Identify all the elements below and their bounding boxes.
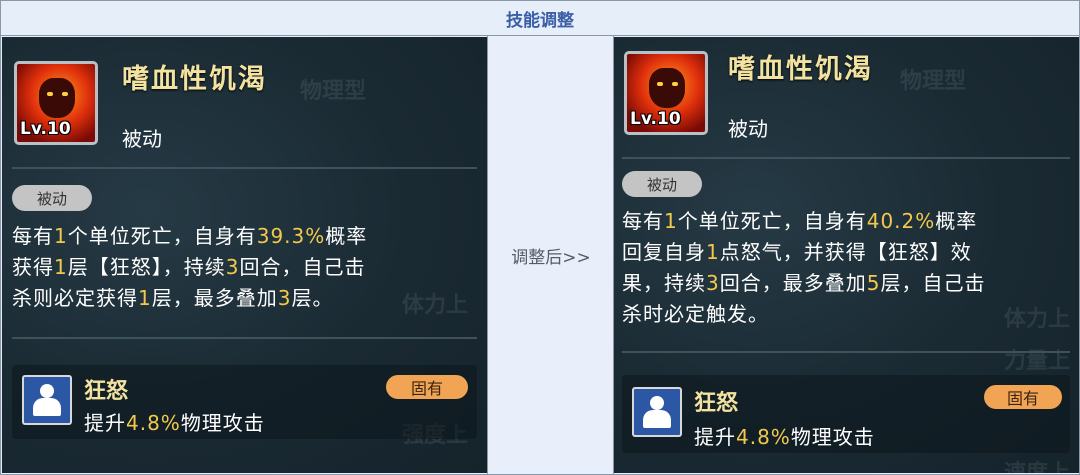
- description-text: 回复自身: [622, 240, 706, 264]
- innate-tag: 固有: [984, 385, 1062, 409]
- description-text: 层，最多叠加: [151, 286, 278, 310]
- description-line: 杀则必定获得1层，最多叠加3层。: [12, 283, 367, 314]
- highlight-number: 1: [54, 224, 68, 248]
- highlight-number: 40.2%: [866, 209, 936, 233]
- muscle-icon: [22, 375, 72, 425]
- ghost-text: 物理型: [300, 79, 367, 104]
- skill-level: Lv.10: [630, 109, 681, 129]
- description-line: 果，持续3回合，最多叠加5层，自己击: [622, 268, 985, 299]
- description-text: 回合，自己击: [239, 255, 366, 279]
- description-text: 层，自己击: [880, 271, 986, 295]
- description-text: 个单位死亡，自身有: [677, 209, 867, 233]
- description-text: 概率: [935, 209, 978, 233]
- description-line: 每有1个单位死亡，自身有40.2%概率: [622, 206, 985, 237]
- skill-card-after: 物理型 体力上 力量上 速度上 Lv.10 嗜血性饥渴 被动 被动 每有1个单位…: [614, 37, 1079, 473]
- skill-name: 嗜血性饥渴: [122, 64, 267, 95]
- highlight-number: 3: [225, 255, 240, 279]
- description-text: 杀时必定触发。: [622, 302, 769, 326]
- ghost-text: 体力上: [402, 293, 469, 318]
- trait-name: 狂怒: [694, 391, 739, 416]
- passive-badge: 被动: [622, 171, 702, 197]
- highlight-number: 39.3%: [256, 224, 326, 248]
- table-header: 技能调整: [1, 1, 1079, 36]
- after-adjust-label: 调整后>>: [511, 247, 591, 268]
- skill-description: 每有1个单位死亡，自身有40.2%概率 回复自身1点怒气，并获得【狂怒】效 果，持续…: [622, 206, 985, 330]
- skill-type: 被动: [728, 117, 768, 141]
- description-line: 杀时必定触发。: [622, 299, 985, 330]
- highlight-number: 5: [866, 271, 881, 295]
- highlight-number: 1: [54, 255, 68, 279]
- ghost-text: 体力上: [1004, 307, 1071, 332]
- muscle-icon: [632, 387, 682, 437]
- trait-name: 狂怒: [84, 379, 129, 404]
- description-line: 获得1层【狂怒】，持续3回合，自己击: [12, 252, 367, 283]
- description-text: 层。: [291, 286, 334, 310]
- highlight-number: 1: [664, 209, 678, 233]
- description-text: 每有: [12, 224, 54, 248]
- column-divider: [487, 36, 488, 474]
- trait-description: 提升4.8%物理攻击: [84, 411, 265, 435]
- description-text: 概率: [325, 224, 368, 248]
- divider: [12, 337, 477, 339]
- skill-description: 每有1个单位死亡，自身有39.3%概率 获得1层【狂怒】，持续3回合，自己击 杀则必…: [12, 221, 367, 314]
- adjust-arrow-cell: 调整后>>: [489, 37, 613, 473]
- ghost-text: 物理型: [900, 69, 967, 94]
- description-text: 层【狂怒】，持续: [67, 255, 226, 279]
- description-text: 杀则必定获得: [12, 286, 138, 310]
- divider: [12, 167, 477, 169]
- skill-icon: Lv.10: [624, 51, 708, 135]
- description-text: 果，持续: [622, 271, 706, 295]
- trait-panel: 狂怒 提升4.8%物理攻击 固有: [622, 375, 1070, 453]
- passive-badge: 被动: [12, 185, 92, 211]
- skill-type: 被动: [122, 127, 162, 151]
- skill-icon: Lv.10: [14, 61, 98, 145]
- divider: [622, 157, 1070, 159]
- skill-card-before: 物理型 体力上 强度上 Lv.10 嗜血性饥渴 被动 被动 每有1个单位死亡，自…: [2, 37, 487, 473]
- highlight-number: 3: [706, 271, 720, 295]
- highlight-number: 1: [138, 286, 152, 310]
- description-text: 个单位死亡，自身有: [67, 224, 257, 248]
- page-title: 技能调整: [506, 10, 574, 31]
- skill-name: 嗜血性饥渴: [728, 54, 873, 85]
- ghost-text: 力量上: [1004, 349, 1071, 374]
- description-text: 每有: [622, 209, 664, 233]
- divider: [622, 351, 1070, 353]
- description-text: 点怒气，并获得【狂怒】效: [719, 240, 972, 264]
- description-text: 获得: [12, 255, 54, 279]
- description-line: 回复自身1点怒气，并获得【狂怒】效: [622, 237, 985, 268]
- innate-tag: 固有: [386, 375, 468, 399]
- skill-level: Lv.10: [20, 119, 71, 139]
- description-line: 每有1个单位死亡，自身有39.3%概率: [12, 221, 367, 252]
- trait-description: 提升4.8%物理攻击: [694, 425, 875, 449]
- trait-panel: 狂怒 提升4.8%物理攻击 固有: [12, 365, 477, 439]
- highlight-number: 3: [277, 286, 292, 310]
- skill-adjust-table: 技能调整 物理型 体力上 强度上 Lv.10 嗜血性饥渴 被动 被动 每有1个单…: [0, 0, 1080, 475]
- description-text: 回合，最多叠加: [719, 271, 867, 295]
- ghost-text: 速度上: [1004, 455, 1070, 473]
- highlight-number: 1: [706, 240, 720, 264]
